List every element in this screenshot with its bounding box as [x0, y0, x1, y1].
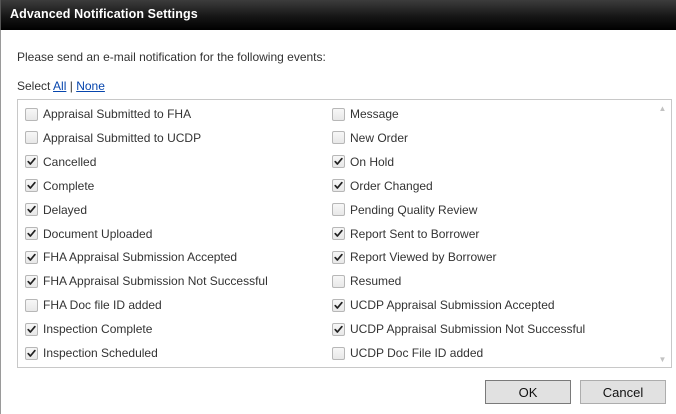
- event-option-label: Inspection Complete: [43, 322, 153, 337]
- ok-button[interactable]: OK: [485, 380, 571, 404]
- event-option[interactable]: FHA Appraisal Submission Not Successful: [25, 269, 268, 293]
- event-option-label: Appraisal Submitted to UCDP: [43, 130, 202, 145]
- event-option-label: Cancelled: [43, 154, 97, 169]
- event-option-label: Order Changed: [350, 178, 433, 193]
- event-option[interactable]: FHA Doc file ID added: [25, 293, 162, 317]
- select-none-link[interactable]: None: [76, 79, 105, 93]
- checkbox-checked[interactable]: [332, 250, 345, 264]
- checkbox-unchecked[interactable]: [332, 346, 345, 360]
- event-option[interactable]: Resumed: [332, 269, 401, 293]
- event-option-label: Document Uploaded: [43, 226, 153, 241]
- checkbox-checked[interactable]: [25, 322, 38, 336]
- event-option[interactable]: Complete: [25, 174, 94, 198]
- cancel-button[interactable]: Cancel: [580, 380, 666, 404]
- intro-text: Please send an e-mail notification for t…: [17, 50, 326, 64]
- checkbox-unchecked[interactable]: [25, 107, 38, 121]
- event-option[interactable]: New Order: [332, 126, 408, 150]
- select-all-link[interactable]: All: [53, 79, 66, 93]
- event-option-label: Message: [350, 107, 399, 121]
- dialog-titlebar[interactable]: Advanced Notification Settings: [0, 0, 676, 30]
- event-option[interactable]: Order Changed: [332, 174, 433, 198]
- event-option[interactable]: UCDP Appraisal Submission Not Successful: [332, 317, 585, 341]
- checkbox-unchecked[interactable]: [332, 274, 345, 288]
- dialog-left-border: [0, 30, 1, 414]
- checkbox-checked[interactable]: [332, 179, 345, 193]
- event-option-label: UCDP Appraisal Submission Not Successful: [350, 322, 586, 337]
- event-option[interactable]: Delayed: [25, 198, 87, 222]
- list-scrollbar[interactable]: ▲ ▼: [653, 100, 671, 367]
- event-option[interactable]: Report Viewed by Borrower: [332, 245, 497, 269]
- event-option-label: FHA Appraisal Submission Not Successful: [43, 274, 268, 289]
- checkbox-checked[interactable]: [332, 155, 345, 169]
- event-option[interactable]: FHA Appraisal Submission Accepted: [25, 245, 237, 269]
- checkbox-unchecked[interactable]: [332, 107, 345, 121]
- checkbox-checked[interactable]: [25, 227, 38, 240]
- checkbox-checked[interactable]: [332, 322, 345, 336]
- event-checkbox-list[interactable]: Appraisal Submitted to FHA Appraisal Subm…: [17, 99, 672, 368]
- event-option[interactable]: On Hold: [332, 150, 394, 174]
- event-option-label: New Order: [350, 130, 409, 145]
- checkbox-unchecked[interactable]: [25, 131, 38, 145]
- scroll-up-arrow-icon[interactable]: ▲: [654, 100, 671, 116]
- event-option-label: On Hold: [350, 154, 395, 169]
- event-option-label: Complete: [43, 178, 95, 193]
- event-option-label: Report Sent to Borrower: [350, 226, 480, 241]
- dialog-title: Advanced Notification Settings: [10, 7, 198, 21]
- select-label: Select: [17, 79, 51, 93]
- event-option-label: UCDP Appraisal Submission Accepted: [350, 298, 555, 313]
- checkbox-unchecked[interactable]: [25, 298, 38, 312]
- checkbox-checked[interactable]: [25, 155, 38, 169]
- event-option[interactable]: Inspection Complete: [25, 317, 152, 341]
- event-option-label: FHA Appraisal Submission Accepted: [43, 250, 238, 265]
- event-option-label: FHA Doc file ID added: [43, 298, 162, 313]
- event-option[interactable]: Appraisal Submitted to UCDP: [25, 126, 201, 150]
- event-option[interactable]: UCDP Doc File ID added: [332, 341, 483, 365]
- checkbox-checked[interactable]: [25, 274, 38, 288]
- event-option[interactable]: UCDP Appraisal Submission Accepted: [332, 293, 555, 317]
- event-option[interactable]: Message: [332, 102, 399, 126]
- checkbox-checked[interactable]: [332, 227, 345, 240]
- checkbox-unchecked[interactable]: [332, 203, 345, 217]
- event-option[interactable]: Cancelled: [25, 150, 96, 174]
- checkbox-checked[interactable]: [25, 346, 38, 360]
- checkbox-checked[interactable]: [332, 298, 345, 312]
- scroll-down-arrow-icon[interactable]: ▼: [654, 351, 671, 367]
- event-option[interactable]: Appraisal Submitted to FHA: [25, 102, 191, 126]
- event-option-label: Report Viewed by Borrower: [350, 250, 497, 265]
- event-option-label: Delayed: [43, 202, 88, 217]
- event-option-label: Pending Quality Review: [350, 202, 478, 217]
- event-option-label: Resumed: [350, 274, 402, 289]
- select-controls: Select All | None: [17, 79, 105, 93]
- checkbox-checked[interactable]: [25, 250, 38, 264]
- checkbox-checked[interactable]: [25, 203, 38, 217]
- advanced-notification-dialog: Advanced Notification Settings Please se…: [0, 0, 676, 414]
- event-option-label: Appraisal Submitted to FHA: [43, 107, 192, 121]
- checkbox-unchecked[interactable]: [332, 131, 345, 145]
- event-option[interactable]: Document Uploaded: [25, 222, 152, 246]
- event-option-label: UCDP Doc File ID added: [350, 346, 484, 360]
- event-option[interactable]: Pending Quality Review: [332, 198, 477, 222]
- select-separator: |: [69, 79, 73, 93]
- event-option-label: Inspection Scheduled: [43, 346, 158, 360]
- event-option[interactable]: Inspection Scheduled: [25, 341, 158, 365]
- checkbox-checked[interactable]: [25, 179, 38, 193]
- event-option[interactable]: Report Sent to Borrower: [332, 222, 479, 246]
